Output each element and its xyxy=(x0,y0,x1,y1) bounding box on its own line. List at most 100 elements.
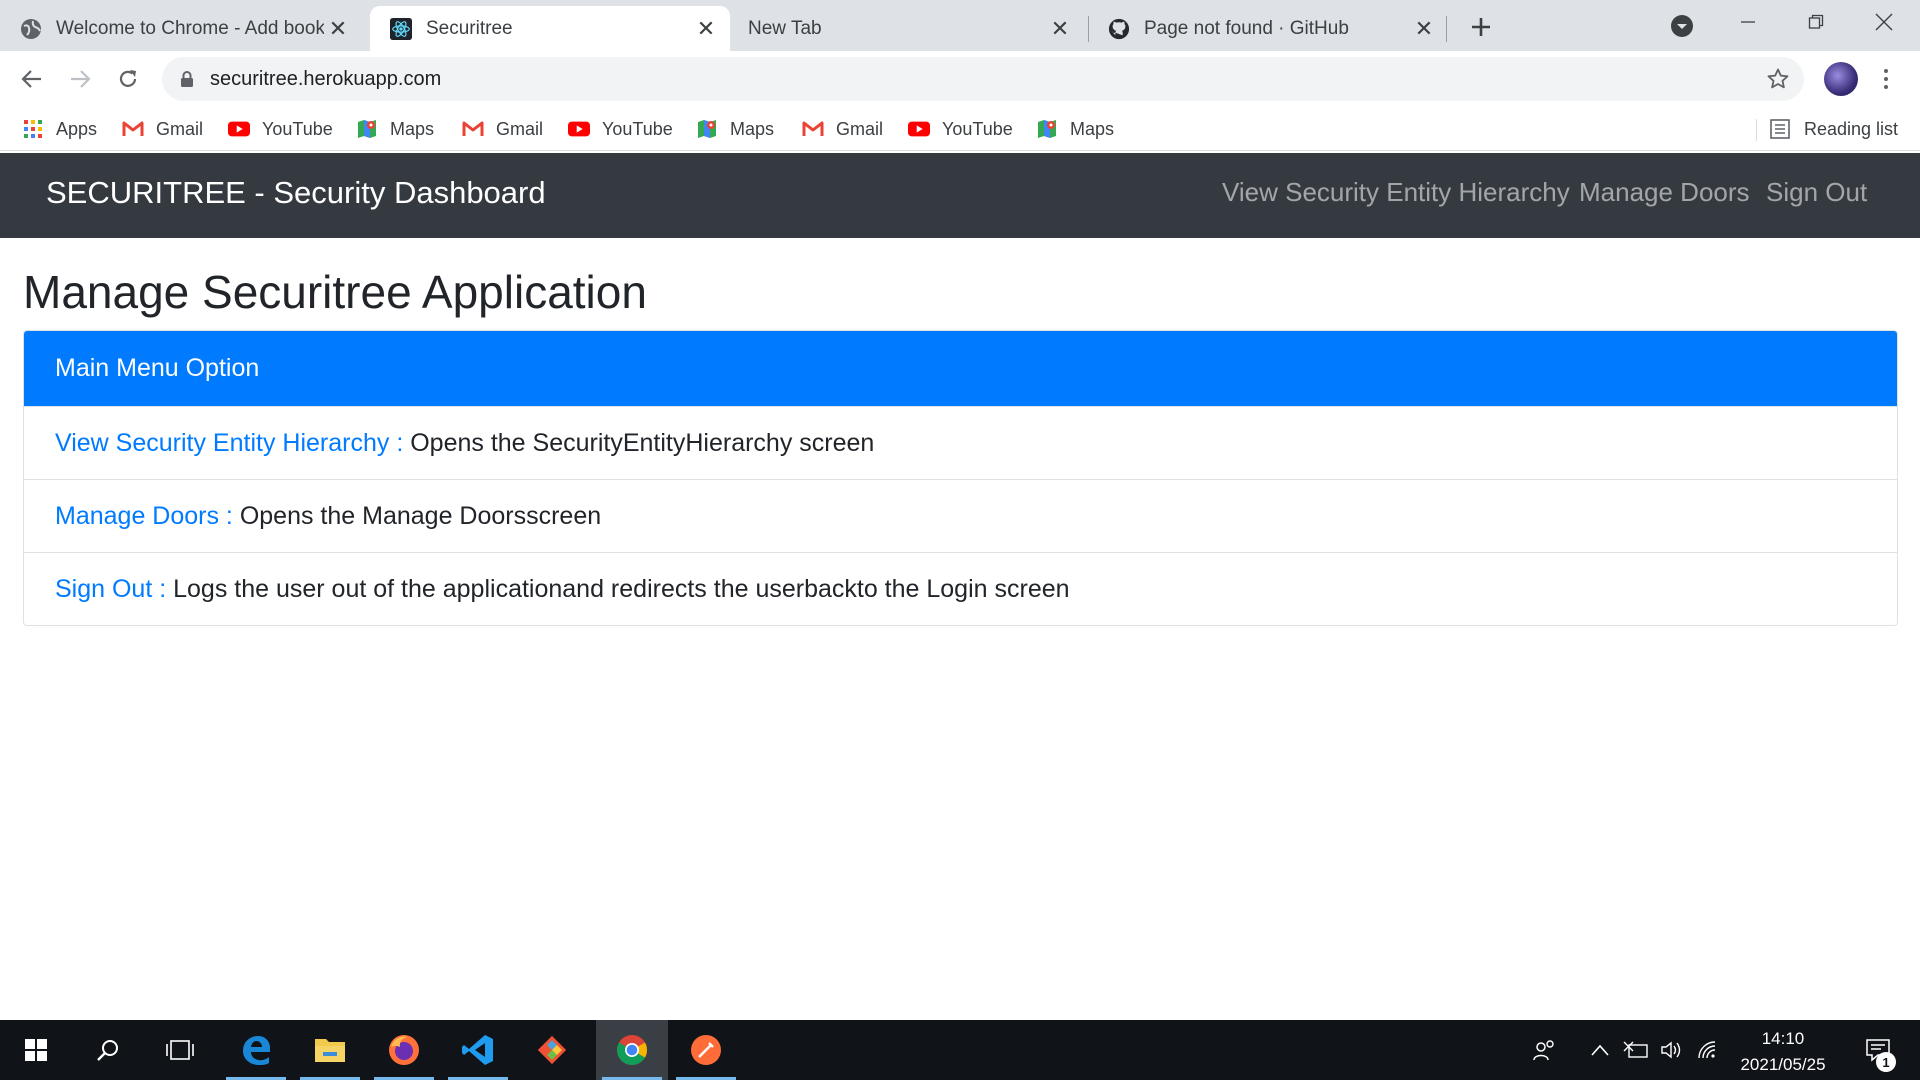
tab-github[interactable]: Page not found · GitHub ✕ xyxy=(1088,6,1448,51)
list-item: View Security Entity Hierarchy : Opens t… xyxy=(24,406,1897,479)
page-title: Manage Securitree Application xyxy=(23,266,647,318)
list-item-description: Logs the user out of the applicationand … xyxy=(166,574,1070,603)
postman-icon[interactable] xyxy=(670,1020,742,1080)
bookmark-star-icon[interactable] xyxy=(1766,67,1790,91)
chrome-icon[interactable] xyxy=(596,1020,668,1080)
nav-link-sign-out[interactable]: Sign Out xyxy=(1766,177,1867,208)
bookmark-label: YouTube xyxy=(602,118,673,139)
clock-time: 14:10 xyxy=(1761,1029,1805,1048)
tab-welcome-to-chrome[interactable]: Welcome to Chrome - Add book ✕ xyxy=(0,6,362,51)
sign-out-link[interactable]: Sign Out : xyxy=(55,575,166,604)
browser-toolbar: securitree.herokuapp.com xyxy=(0,51,1920,107)
back-button[interactable] xyxy=(16,63,48,95)
restore-button[interactable] xyxy=(1784,0,1848,44)
manage-doors-link[interactable]: Manage Doors : xyxy=(55,502,233,531)
bookmark-apps[interactable]: Apps xyxy=(22,115,97,143)
system-clock[interactable]: 14:10 2021/05/25 xyxy=(1720,1026,1846,1078)
apps-grid-icon xyxy=(22,118,44,140)
windows-start-icon[interactable] xyxy=(0,1020,72,1080)
close-window-button[interactable] xyxy=(1852,0,1916,44)
menu-dot xyxy=(1884,69,1888,73)
bookmark-maps[interactable]: Maps xyxy=(1036,115,1114,143)
chevron-up-icon[interactable] xyxy=(1582,1020,1618,1080)
react-icon xyxy=(390,17,412,40)
arrow-right-icon xyxy=(71,70,91,88)
list-item-description: Opens the SecurityEntityHierarchy screen xyxy=(403,428,875,457)
gmail-icon xyxy=(122,118,144,140)
arrow-left-icon xyxy=(21,70,41,88)
minimize-icon xyxy=(1741,21,1755,23)
github-icon xyxy=(1108,18,1130,40)
reading-list-icon xyxy=(1770,118,1792,140)
bookmark-label: Maps xyxy=(730,118,775,139)
reading-list-button[interactable]: Reading list xyxy=(1770,115,1898,143)
menu-dot xyxy=(1884,85,1888,89)
search-icon[interactable] xyxy=(72,1020,144,1080)
bookmark-label: Maps xyxy=(1070,118,1115,139)
bookmark-label: Gmail xyxy=(496,118,544,139)
bookmark-label: YouTube xyxy=(262,118,333,139)
bookmark-gmail[interactable]: Gmail xyxy=(462,115,543,143)
card-header: Main Menu Option xyxy=(24,331,1897,406)
bookmarks-separator xyxy=(1756,119,1757,141)
address-bar[interactable]: securitree.herokuapp.com xyxy=(162,57,1804,101)
tab-title: New Tab xyxy=(748,17,822,39)
browser-tab-strip: Welcome to Chrome - Add book ✕ Securitre… xyxy=(0,0,1920,51)
close-tab-icon[interactable]: ✕ xyxy=(692,15,720,43)
tab-securitree[interactable]: Securitree ✕ xyxy=(370,6,730,51)
bookmark-maps[interactable]: Maps xyxy=(696,115,774,143)
tab-new-tab[interactable]: New Tab ✕ xyxy=(730,6,1084,51)
forward-button[interactable] xyxy=(64,63,96,95)
close-tab-icon[interactable]: ✕ xyxy=(1046,15,1074,43)
clock-date: 2021/05/25 xyxy=(1740,1055,1826,1074)
bookmark-label: Apps xyxy=(56,118,98,139)
maps-icon xyxy=(696,118,718,140)
bookmark-gmail[interactable]: Gmail xyxy=(122,115,203,143)
app-navbar: SECURITREE - Security Dashboard View Sec… xyxy=(0,153,1920,238)
input-method-icon[interactable] xyxy=(1618,1020,1654,1080)
task-view-icon[interactable] xyxy=(144,1020,216,1080)
git-icon[interactable] xyxy=(516,1020,588,1080)
reading-list-label: Reading list xyxy=(1804,118,1899,139)
bookmark-youtube[interactable]: YouTube xyxy=(568,115,673,143)
nav-link-view-hierarchy[interactable]: View Security Entity Hierarchy xyxy=(1222,177,1570,208)
tab-separator xyxy=(1446,16,1447,42)
close-tab-icon[interactable]: ✕ xyxy=(1410,15,1438,43)
tab-search-button[interactable] xyxy=(1668,12,1696,40)
firefox-icon[interactable] xyxy=(368,1020,440,1080)
bookmark-label: Gmail xyxy=(836,118,884,139)
menu-dot xyxy=(1884,77,1888,81)
edge-icon[interactable] xyxy=(220,1020,292,1080)
bookmark-label: YouTube xyxy=(942,118,1013,139)
people-icon[interactable] xyxy=(1527,1020,1563,1080)
volume-icon[interactable] xyxy=(1654,1020,1690,1080)
chevron-down-icon xyxy=(1671,15,1693,37)
gmail-icon xyxy=(462,118,484,140)
bookmark-maps[interactable]: Maps xyxy=(356,115,434,143)
profile-avatar[interactable] xyxy=(1824,62,1858,96)
reload-icon xyxy=(119,70,137,87)
view-hierarchy-link[interactable]: View Security Entity Hierarchy : xyxy=(55,429,403,458)
vscode-icon[interactable] xyxy=(442,1020,514,1080)
minimize-button[interactable] xyxy=(1716,0,1780,44)
bookmark-youtube[interactable]: YouTube xyxy=(228,115,333,143)
close-tab-icon[interactable]: ✕ xyxy=(324,15,352,43)
file-explorer-icon[interactable] xyxy=(294,1020,366,1080)
notification-count-badge: 1 xyxy=(1876,1052,1896,1072)
tab-title: Securitree xyxy=(426,17,513,39)
main-menu-card: Main Menu Option View Security Entity Hi… xyxy=(23,330,1898,626)
nav-link-manage-doors[interactable]: Manage Doors xyxy=(1579,177,1750,208)
tab-title: Page not found · GitHub xyxy=(1144,17,1349,39)
navbar-brand[interactable]: SECURITREE - Security Dashboard xyxy=(46,175,546,211)
bookmarks-bar: Apps Gmail YouTube Maps Gmail YouTube Ma… xyxy=(0,107,1920,151)
new-tab-button[interactable] xyxy=(1466,12,1496,42)
bookmark-youtube[interactable]: YouTube xyxy=(908,115,1013,143)
reload-button[interactable] xyxy=(112,63,144,95)
list-item: Sign Out : Logs the user out of the appl… xyxy=(24,552,1897,625)
notification-center-button[interactable]: 1 xyxy=(1852,1020,1904,1080)
url-text: securitree.herokuapp.com xyxy=(210,67,442,90)
youtube-icon xyxy=(908,118,930,140)
bookmark-gmail[interactable]: Gmail xyxy=(802,115,883,143)
globe-icon xyxy=(20,18,42,40)
chrome-menu-button[interactable] xyxy=(1872,63,1900,95)
